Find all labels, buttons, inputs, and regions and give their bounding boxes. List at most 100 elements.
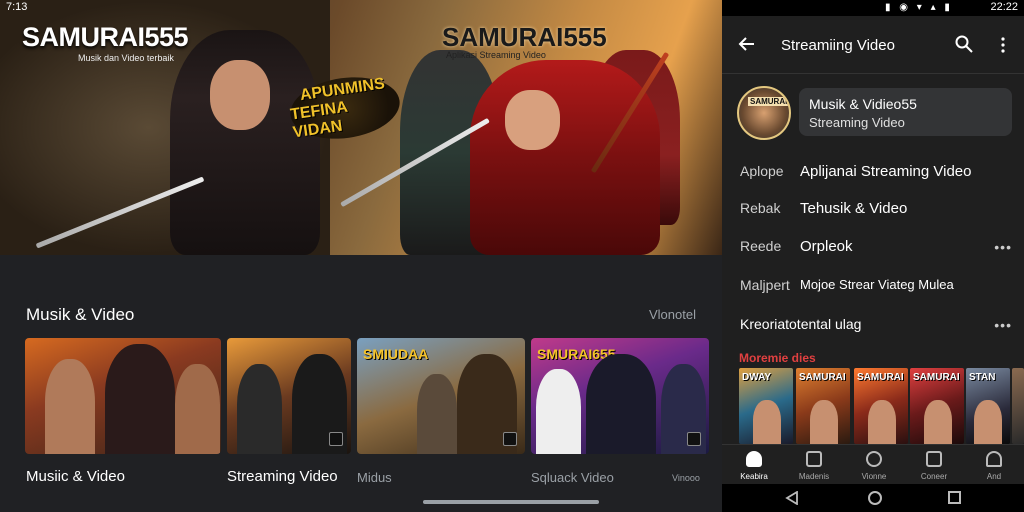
info-row[interactable]: Maljpert Mojoe Strear Viateg Mulea xyxy=(740,274,1012,298)
system-navigation-bar xyxy=(722,484,1024,512)
subscriptions-icon xyxy=(866,451,882,467)
library-icon xyxy=(926,451,942,467)
thumb-tag: SMIUDAA xyxy=(363,346,429,362)
thumb-figure xyxy=(924,400,952,444)
nav-subscriptions[interactable]: Vionne xyxy=(844,445,904,485)
recommended-thumb-text: SAMURAI xyxy=(799,372,846,383)
thumb-figure xyxy=(175,364,220,454)
status-bar: ▮ ◉ ▾ ▴ ▮ 22:22 xyxy=(722,0,1024,16)
detail-pane: ▮ ◉ ▾ ▴ ▮ 22:22 Streamiing Video SAMURAI… xyxy=(722,0,1024,512)
gesture-home-indicator[interactable] xyxy=(423,500,599,504)
system-home-icon[interactable] xyxy=(868,491,882,505)
video-thumbnail-3[interactable]: SMIUDAA xyxy=(357,338,525,454)
thumb-figure xyxy=(753,400,781,444)
info-row[interactable]: Aplope Aplijanai Streaming Video xyxy=(740,160,1012,184)
recommended-label: Moremie dies xyxy=(739,351,816,365)
recommended-thumbnail-partial[interactable] xyxy=(1012,368,1024,444)
channel-subtitle: Streaming Video xyxy=(809,115,905,130)
account-icon xyxy=(986,451,1002,467)
back-arrow-icon[interactable] xyxy=(738,35,756,53)
video-thumbnail-4[interactable]: SMURAI655 xyxy=(531,338,709,454)
thumbnail-caption-2[interactable]: Streaming Video xyxy=(227,468,338,485)
recommended-thumb-text: STAN xyxy=(969,372,996,383)
thumb-figure xyxy=(536,369,581,454)
thumb-figure xyxy=(45,359,95,454)
nav-label: Vionne xyxy=(861,472,887,481)
hero-character-3-face xyxy=(505,90,560,150)
info-value: Mojoe Strear Viateg Mulea xyxy=(800,277,954,292)
more-vert-icon[interactable] xyxy=(1000,36,1006,54)
thumb-figure xyxy=(868,400,896,444)
thumb-badge-icon xyxy=(687,432,701,446)
recommended-thumbnail[interactable]: DWAY xyxy=(739,368,793,444)
search-icon[interactable] xyxy=(955,35,973,53)
thumb-figure xyxy=(810,400,838,444)
hero-logo-subtitle: Musik dan Video terbaik xyxy=(78,53,174,63)
info-value: Aplijanai Streaming Video xyxy=(800,163,972,180)
info-row-single[interactable]: Kreoriatotental ulag ••• xyxy=(740,313,1012,337)
video-thumbnail-1[interactable] xyxy=(25,338,221,454)
nav-account[interactable]: And xyxy=(964,445,1024,485)
nav-label: Madenis xyxy=(798,472,830,481)
thumb-figure xyxy=(586,354,656,454)
system-back-icon[interactable] xyxy=(785,491,799,505)
section-title: Musik & Video xyxy=(26,305,135,324)
shorts-icon xyxy=(806,451,822,467)
video-thumbnail-2[interactable] xyxy=(227,338,351,454)
channel-avatar-text: SAMURAI555 xyxy=(748,97,789,106)
main-pane: APUNMINS TEFINA VIDAN SAMURAI555 Musik d… xyxy=(0,0,722,512)
thumb-figure xyxy=(105,344,175,454)
hero-character-1-face xyxy=(210,60,270,130)
info-row[interactable]: Rebak Tehusik & Video xyxy=(740,197,1012,221)
thumb-figure xyxy=(237,364,282,454)
row-more-icon[interactable]: ••• xyxy=(994,317,1012,333)
bottom-navigation: Keabira Madenis Vionne Coneer And xyxy=(722,444,1024,484)
info-key: Reede xyxy=(740,238,782,254)
recommended-thumbnail[interactable]: SAMURAI xyxy=(796,368,850,444)
hero-character-3 xyxy=(470,60,660,255)
nav-label: Keabira xyxy=(740,472,768,481)
app-bar: Streamiing Video xyxy=(722,16,1024,74)
recommended-thumb-text: SAMURAI xyxy=(857,372,904,383)
recommended-thumbnail[interactable]: STAN xyxy=(966,368,1010,444)
nav-label: Coneer xyxy=(920,472,948,481)
thumb-figure xyxy=(417,374,457,454)
thumbnail-caption-1[interactable]: Musiic & Video xyxy=(26,468,125,485)
system-recents-icon[interactable] xyxy=(948,491,961,504)
row-more-icon[interactable]: ••• xyxy=(994,239,1012,255)
info-key: Maljpert xyxy=(740,277,790,293)
info-key: Rebak xyxy=(740,200,781,216)
recommended-thumbnail[interactable]: SAMURAI xyxy=(854,368,908,444)
info-single-text: Kreoriatotental ulag xyxy=(740,316,862,332)
channel-card[interactable]: Musik & Vidieo55 Streaming Video xyxy=(799,88,1012,136)
hero-banner[interactable]: APUNMINS TEFINA VIDAN SAMURAI555 Musik d… xyxy=(0,0,722,255)
thumb-figure xyxy=(974,400,1002,444)
section-more-link[interactable]: Vlonotel xyxy=(649,307,696,322)
thumb-badge-icon xyxy=(503,432,517,446)
status-time-right: 22:22 xyxy=(990,1,1018,13)
info-key: Aplope xyxy=(740,163,784,179)
home-icon xyxy=(746,451,762,467)
info-value: Tehusik & Video xyxy=(800,200,908,217)
nav-home[interactable]: Keabira xyxy=(724,445,784,485)
screen: APUNMINS TEFINA VIDAN SAMURAI555 Musik d… xyxy=(0,0,1024,512)
app-bar-title: Streamiing Video xyxy=(781,37,895,54)
recommended-thumb-text: SAMURAI xyxy=(913,372,960,383)
info-value: Orpleok xyxy=(800,238,853,255)
hero-logo-secondary-subtitle: Aplikasi Streaming Video xyxy=(446,50,546,60)
hero-logo: SAMURAI555 xyxy=(22,22,189,52)
nav-shorts[interactable]: Madenis xyxy=(784,445,844,485)
thumbnail-caption-3[interactable]: Midus xyxy=(357,470,392,485)
nav-label: And xyxy=(986,472,1002,481)
info-row[interactable]: Reede Orpleok ••• xyxy=(740,235,1012,259)
thumb-badge-icon xyxy=(329,432,343,446)
thumbnail-caption-4[interactable]: Sqluack Video xyxy=(531,470,614,485)
status-time: 7:13 xyxy=(6,1,28,13)
recommended-thumb-text: DWAY xyxy=(742,372,772,383)
nav-library[interactable]: Coneer xyxy=(904,445,964,485)
channel-name: Musik & Vidieo55 xyxy=(809,96,917,112)
channel-avatar[interactable]: SAMURAI555 xyxy=(737,86,791,140)
recommended-thumbnail[interactable]: SAMURAI xyxy=(910,368,964,444)
thumbnail-caption-extra: Vinooo xyxy=(672,473,700,483)
hero-logo-secondary: SAMURAI555 xyxy=(442,22,607,52)
